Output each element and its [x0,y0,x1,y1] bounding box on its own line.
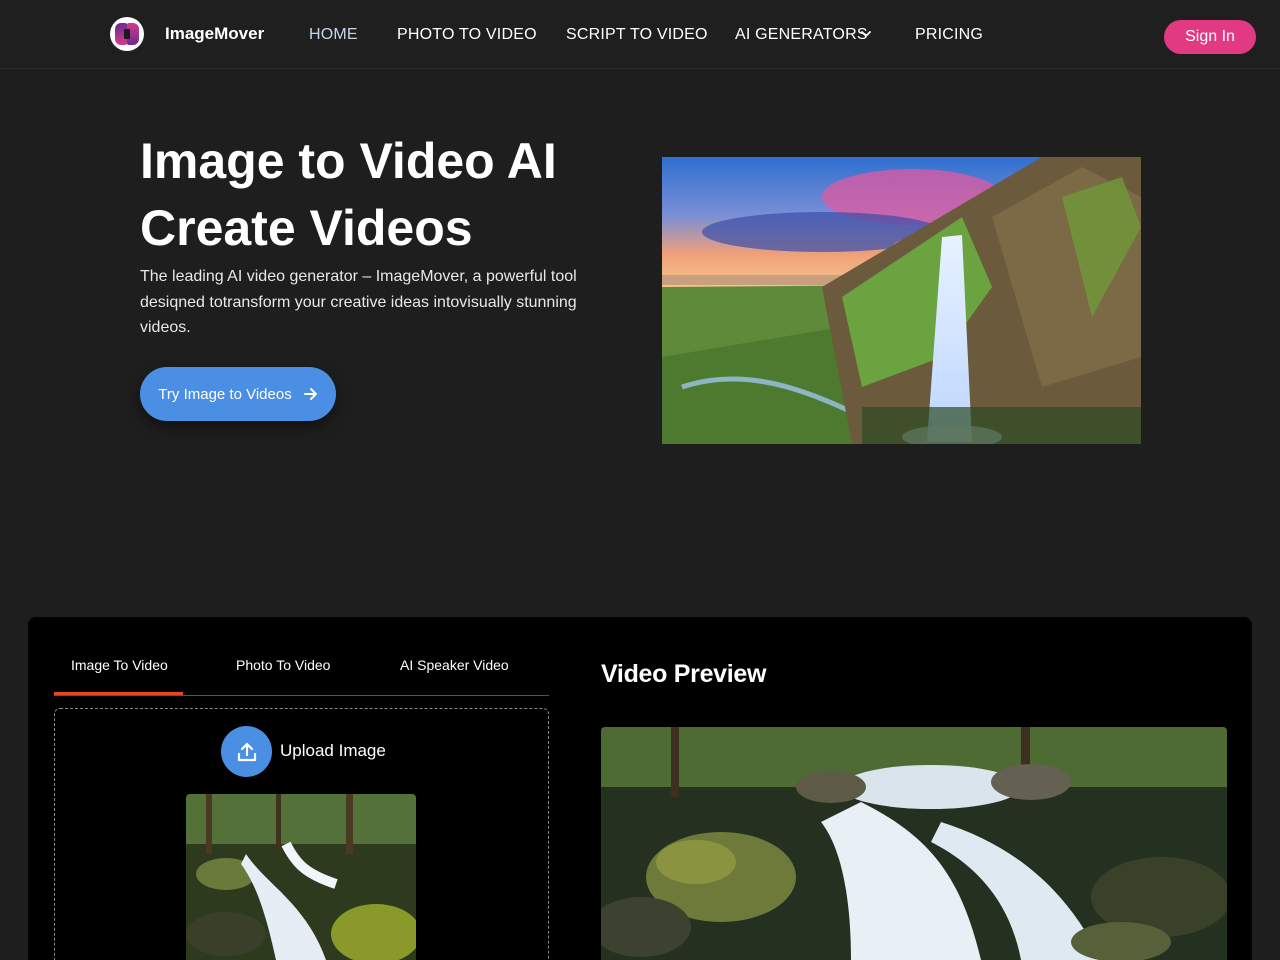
hero-waterfall-image [662,157,1141,444]
nav-link-photo-to-video[interactable]: PHOTO TO VIDEO [397,26,537,44]
cta-label: Try Image to Videos [158,385,292,403]
tab-image-to-video[interactable]: Image To Video [71,657,168,673]
brand-name[interactable]: ImageMover [165,24,264,44]
tab-ai-speaker-video[interactable]: AI Speaker Video [400,657,509,673]
sign-in-button[interactable]: Sign In [1164,20,1256,54]
uploaded-image-thumbnail [186,794,416,960]
upload-button[interactable] [221,726,272,777]
upload-label[interactable]: Upload Image [280,741,386,761]
hero-title: Image to Video AI Create Videos [140,128,660,262]
video-preview-image[interactable] [601,727,1227,960]
nav-link-script-to-video[interactable]: SCRIPT TO VIDEO [566,26,708,44]
nav-link-ai-generators[interactable]: AI GENERATORS [735,26,868,44]
nav-link-home[interactable]: HOME [309,26,358,44]
hero-description: The leading AI video generator – ImageMo… [140,268,577,336]
chevron-down-icon[interactable] [860,27,872,41]
video-preview-title: Video Preview [601,660,767,688]
top-navigation: ImageMover HOME PHOTO TO VIDEO SCRIPT TO… [0,0,1280,69]
logo-icon[interactable] [110,17,144,51]
tab-photo-to-video[interactable]: Photo To Video [236,657,330,673]
tool-tabs: Image To Video Photo To Video AI Speaker… [54,645,549,696]
hero-title-line-1: Image to Video AI [140,133,557,189]
nav-link-pricing[interactable]: PRICING [915,26,983,44]
arrow-right-icon [303,388,317,400]
try-image-to-videos-button[interactable]: Try Image to Videos [140,367,336,421]
hero-title-line-2: Create Videos [140,200,473,256]
upload-icon [237,742,256,761]
active-tab-indicator [54,692,183,695]
